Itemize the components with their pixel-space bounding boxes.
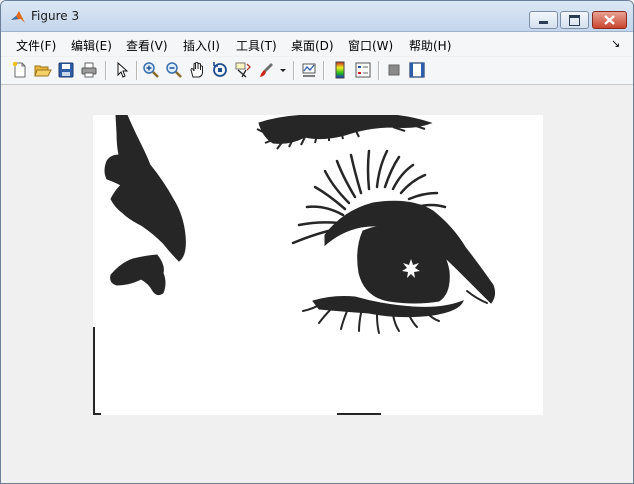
close-icon (604, 15, 615, 25)
minimize-icon (539, 21, 548, 24)
title-bar[interactable]: Figure 3 (1, 1, 633, 32)
menu-desktop[interactable]: 桌面(D) (291, 37, 334, 54)
open-file-icon[interactable] (34, 61, 52, 79)
data-cursor-icon[interactable] (234, 61, 252, 79)
maximize-icon (569, 15, 580, 26)
matlab-logo-icon (11, 11, 25, 23)
show-plot-tools-icon[interactable] (408, 61, 426, 79)
brush-dropdown-icon[interactable] (278, 61, 288, 79)
menu-tools[interactable]: 工具(T) (236, 37, 277, 54)
eye-image (92, 114, 496, 416)
nostril-shadow-shape (110, 254, 166, 296)
insert-colorbar-icon[interactable] (331, 61, 349, 79)
link-plot-icon[interactable] (300, 61, 318, 79)
menu-bar: 文件(F) 编辑(E) 查看(V) 插入(I) 工具(T) 桌面(D) 窗口(W… (1, 32, 633, 56)
figure-toolbar (1, 57, 633, 85)
toolbar-separator (136, 61, 138, 80)
close-button[interactable] (592, 11, 627, 29)
figure-canvas[interactable] (92, 114, 543, 416)
edit-plot-arrow-icon[interactable] (113, 61, 131, 79)
bottom-edge-mark (337, 413, 381, 415)
window-title: Figure 3 (31, 9, 80, 23)
maximize-button[interactable] (560, 11, 589, 29)
toolbar-separator (105, 61, 107, 80)
pan-hand-icon[interactable] (188, 61, 206, 79)
insert-legend-icon[interactable] (354, 61, 372, 79)
print-icon[interactable] (80, 61, 98, 79)
brush-icon[interactable] (257, 61, 275, 79)
menu-insert[interactable]: 插入(I) (183, 37, 220, 54)
zoom-out-icon[interactable] (165, 61, 183, 79)
minimize-button[interactable] (529, 11, 558, 29)
figure-window: Figure 3 文件(F) 编辑(E) 查看(V) 插入(I) 工具(T) 桌… (0, 0, 634, 484)
toolbar-separator (378, 61, 380, 80)
cheek-shadow-shape (104, 114, 186, 262)
zoom-in-icon[interactable] (142, 61, 160, 79)
save-icon[interactable] (57, 61, 75, 79)
hide-plot-tools-icon[interactable] (385, 61, 403, 79)
toolbar-separator (293, 61, 295, 80)
menu-window[interactable]: 窗口(W) (348, 37, 393, 54)
menu-help[interactable]: 帮助(H) (409, 37, 451, 54)
menu-edit[interactable]: 编辑(E) (71, 37, 112, 54)
menu-file[interactable]: 文件(F) (16, 37, 56, 54)
new-figure-icon[interactable] (11, 61, 29, 79)
eyebrow-shape (258, 114, 433, 144)
dock-arrow-icon[interactable]: ↘ (611, 37, 620, 50)
toolbar-separator (323, 61, 325, 80)
menu-view[interactable]: 查看(V) (126, 37, 168, 54)
rotate-3d-icon[interactable] (211, 61, 229, 79)
